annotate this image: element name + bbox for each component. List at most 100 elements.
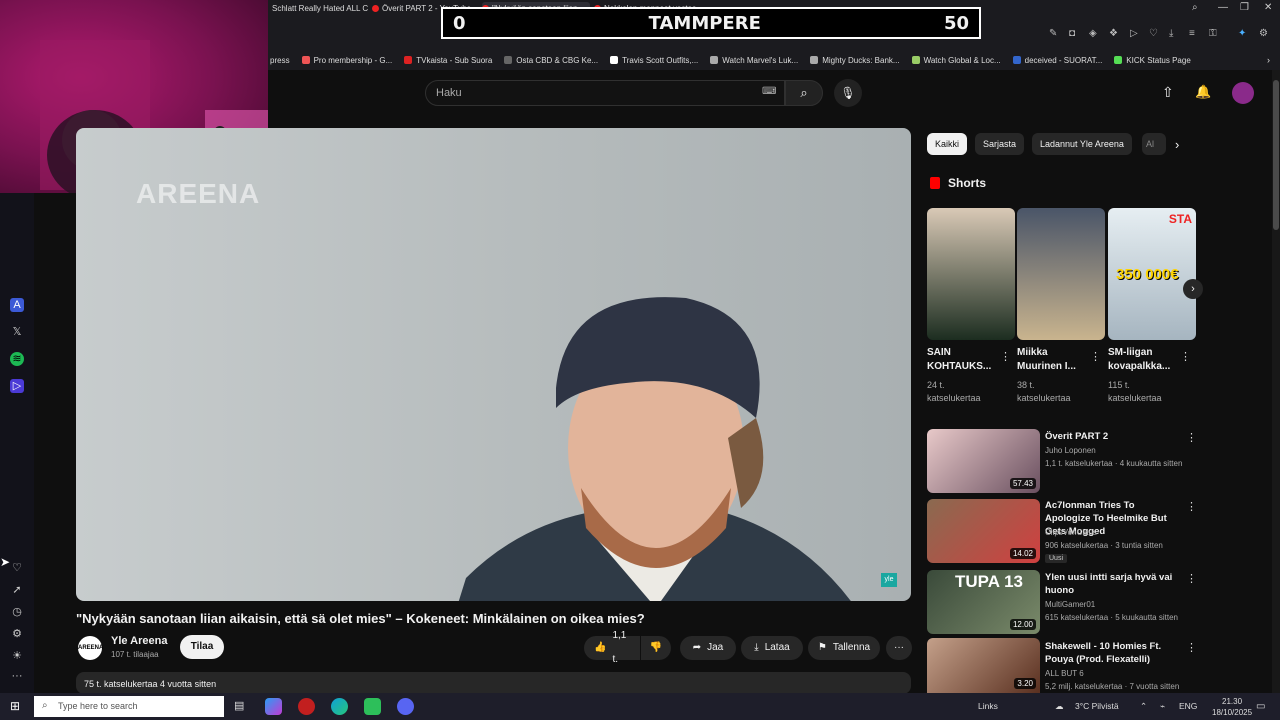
settings-icon[interactable]: ⚙ xyxy=(10,627,24,641)
bookmark[interactable]: Travis Scott Outfits,... xyxy=(610,56,698,65)
video-player[interactable]: AREENA yle xyxy=(76,128,911,601)
shield-icon[interactable]: ◈ xyxy=(1089,28,1097,39)
keyboard-icon[interactable]: ⌨ xyxy=(762,86,776,97)
camera-icon[interactable]: ◘ xyxy=(1069,28,1075,39)
scrollbar[interactable] xyxy=(1272,70,1280,693)
lock-icon[interactable]: ⚿ xyxy=(1209,28,1217,39)
download-button[interactable]: ⤓ Lataa xyxy=(741,636,803,660)
bookmark[interactable]: deceived - SUORAT... xyxy=(1012,56,1102,65)
extension-icon[interactable]: ❖ xyxy=(1109,28,1118,39)
more-actions-button[interactable]: ··· xyxy=(886,636,912,660)
notifications-icon[interactable]: 🔔 xyxy=(1195,84,1211,100)
save-button[interactable]: ⚑ Tallenna xyxy=(808,636,880,660)
short-thumbnail[interactable] xyxy=(927,208,1015,340)
bookmark[interactable]: Watch Marvel's Luk... xyxy=(710,56,798,65)
recommendation-thumbnail[interactable]: 3.20 xyxy=(927,638,1040,693)
bookmark[interactable]: KICK Status Page xyxy=(1114,56,1191,65)
links-toolbar[interactable]: Links xyxy=(978,701,998,711)
short-thumbnail[interactable] xyxy=(1017,208,1105,340)
bookmark[interactable]: Mighty Ducks: Bank... xyxy=(810,56,900,65)
app-icon[interactable]: A xyxy=(10,298,24,312)
restore-icon[interactable]: ❐ xyxy=(1240,2,1249,13)
close-window-icon[interactable]: ✕ xyxy=(1264,2,1272,13)
bookmark[interactable]: Pro membership - G... xyxy=(301,56,392,65)
search-tabs-icon[interactable]: ⌕ xyxy=(1192,2,1198,13)
chevron-up-icon[interactable]: ⌃ xyxy=(1140,701,1147,712)
spotify-icon[interactable]: ≋ xyxy=(10,352,24,366)
recommendation-title[interactable]: Överit PART 2 xyxy=(1045,430,1180,443)
more-options-icon[interactable]: ⋮ xyxy=(1186,572,1197,585)
bookmarks-overflow-icon[interactable]: › xyxy=(1267,55,1270,65)
search-button[interactable]: ⌕ xyxy=(785,80,823,106)
app-icon[interactable] xyxy=(364,698,381,715)
edge-icon[interactable] xyxy=(331,698,348,715)
search-input[interactable]: Haku xyxy=(425,80,785,106)
notification-center-icon[interactable]: ▭ xyxy=(1256,701,1265,712)
player-icon[interactable]: ▷ xyxy=(10,379,24,393)
upload-icon[interactable]: ⇧ xyxy=(1162,84,1174,101)
short-more-icon[interactable]: ⋮ xyxy=(1180,350,1191,363)
edit-icon[interactable]: ✎ xyxy=(1049,28,1057,39)
more-options-icon[interactable]: ⋮ xyxy=(1186,641,1197,654)
recommendation-thumbnail[interactable]: TUPA 13 12.00 xyxy=(927,570,1040,634)
chevron-right-icon[interactable]: › xyxy=(1175,137,1179,152)
heart-icon[interactable]: ♡ xyxy=(1149,28,1158,39)
clock[interactable]: 21.30 18/10/2025 xyxy=(1212,696,1252,718)
short-title[interactable]: SM-liigan kovapalkka... xyxy=(1108,346,1180,374)
short-thumbnail[interactable]: STA 350 000€ xyxy=(1108,208,1196,340)
recommendation-channel[interactable]: Juho Loponen xyxy=(1045,446,1096,455)
short-title[interactable]: Miikka Muurinen I... xyxy=(1017,346,1089,374)
download-icon[interactable]: ⤓ xyxy=(1169,28,1173,39)
shorts-next-button[interactable]: › xyxy=(1183,279,1203,299)
dislike-button[interactable]: 👎 xyxy=(641,636,671,660)
more-icon[interactable]: ··· xyxy=(10,669,24,683)
bookmark[interactable]: Osta CBD & CBG Ke... xyxy=(504,56,598,65)
channel-name[interactable]: Yle Areena xyxy=(111,635,167,647)
copilot-icon[interactable] xyxy=(265,698,282,715)
send-icon[interactable]: ➚ xyxy=(10,583,24,597)
subscribe-button[interactable]: Tilaa xyxy=(180,635,224,659)
avatar[interactable] xyxy=(1232,82,1254,104)
menu-icon[interactable]: ≡ xyxy=(1189,28,1195,39)
recommendation-channel[interactable]: ClipsVonClaus xyxy=(1045,528,1097,537)
bookmark[interactable]: TVkaista - Sub Suora xyxy=(404,56,492,65)
weather-text[interactable]: 3°C Pilvistä xyxy=(1075,701,1119,711)
chip-series[interactable]: Sarjasta xyxy=(975,133,1025,155)
description-box[interactable]: 75 t. katselukertaa 4 vuotta sitten xyxy=(76,672,911,694)
minimize-icon[interactable]: — xyxy=(1218,2,1228,13)
more-options-icon[interactable]: ⋮ xyxy=(1186,431,1197,444)
x-twitter-icon[interactable]: 𝕏 xyxy=(10,325,24,339)
settings-icon[interactable]: ⚙ xyxy=(1259,28,1268,39)
ai-assistant-icon[interactable]: ✦ xyxy=(1238,28,1246,39)
more-options-icon[interactable]: ⋮ xyxy=(1186,500,1197,513)
recommendation-channel[interactable]: ALL BUT 6 xyxy=(1045,669,1084,678)
short-title[interactable]: SAIN KOHTAUKS... xyxy=(927,346,999,374)
history-icon[interactable]: ◷ xyxy=(10,605,24,619)
scrollbar-thumb[interactable] xyxy=(1273,80,1279,230)
taskbar-search-input[interactable]: ⌕ Type here to search xyxy=(34,696,224,717)
opera-gx-icon[interactable] xyxy=(298,698,315,715)
chip-uploaded-by[interactable]: Ladannut Yle Areena xyxy=(1032,133,1132,155)
recommendation-thumbnail[interactable]: 14.02 xyxy=(927,499,1040,563)
play-icon[interactable]: ▷ xyxy=(1130,28,1138,39)
chip-all-partial[interactable]: Al xyxy=(1142,133,1166,155)
voice-search-button[interactable]: 🎙 xyxy=(834,79,862,107)
recommendation-title[interactable]: Shakewell - 10 Homies Ft. Pouya (Prod. F… xyxy=(1045,640,1180,666)
share-button[interactable]: ➦ Jaa xyxy=(680,636,736,660)
chip-all[interactable]: Kaikki xyxy=(927,133,968,155)
recommendation-thumbnail[interactable]: 57.43 xyxy=(927,429,1040,493)
lightbulb-icon[interactable]: ☀ xyxy=(10,649,24,663)
browser-tab[interactable]: Schlatt Really Hated ALL C xyxy=(272,2,370,14)
channel-avatar[interactable]: AREENA xyxy=(78,636,103,660)
bookmark[interactable]: press xyxy=(270,56,290,65)
network-icon[interactable]: ⌁ xyxy=(1160,701,1165,712)
discord-icon[interactable] xyxy=(397,698,414,715)
windows-start-icon[interactable]: ⊞ xyxy=(10,699,20,713)
like-button[interactable]: 👍 1,1 t. xyxy=(584,630,640,665)
short-more-icon[interactable]: ⋮ xyxy=(1000,350,1011,363)
bookmark[interactable]: Watch Global & Loc... xyxy=(911,56,1001,65)
language-indicator[interactable]: ENG xyxy=(1179,701,1197,711)
recommendation-channel[interactable]: MultiGamer01 xyxy=(1045,600,1095,609)
task-view-icon[interactable]: ▤ xyxy=(234,699,244,712)
recommendation-title[interactable]: Ylen uusi intti sarja hyvä vai huono xyxy=(1045,571,1180,597)
